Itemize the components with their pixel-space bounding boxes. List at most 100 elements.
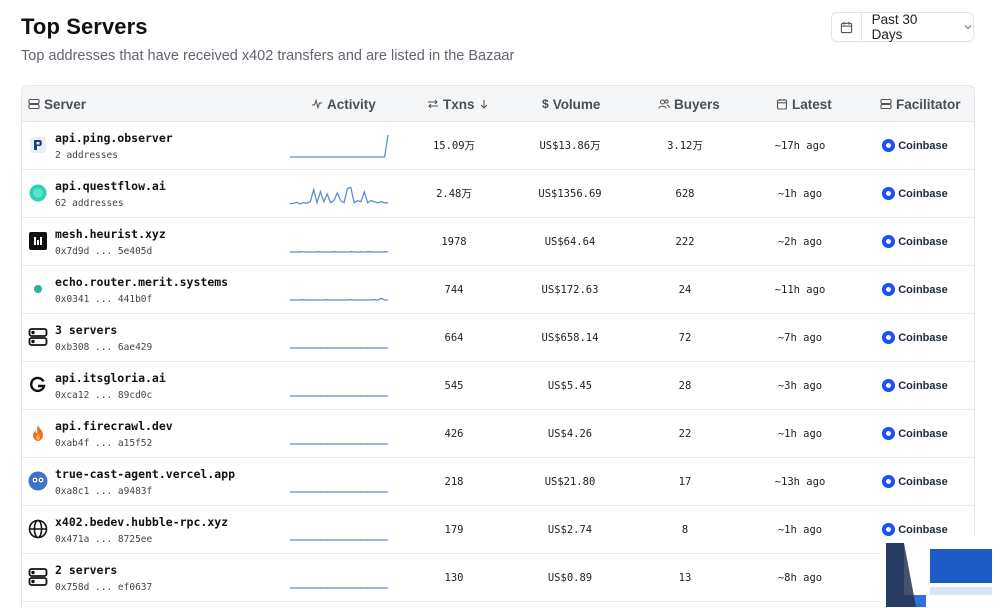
table-row[interactable]: api.itsgloria.ai 0xca12 ... 89cd0c 545 U… [22, 362, 974, 410]
calendar-column-icon [776, 99, 788, 110]
page-subtitle: Top addresses that have received x402 tr… [21, 48, 515, 64]
server-name[interactable]: api.ping.observer [55, 131, 173, 145]
server-name[interactable]: 3 servers [55, 323, 117, 337]
column-header-volume[interactable]: $ Volume [542, 86, 600, 122]
buyers-cell: 22 [678, 427, 692, 440]
date-range-dropdown[interactable]: Past 30 Days [831, 12, 974, 42]
server-name[interactable]: api.itsgloria.ai [55, 371, 166, 385]
server-column-icon [28, 98, 40, 110]
activity-cell [288, 410, 390, 457]
buyers-cell: 222 [675, 235, 695, 248]
latest-cell: ~13h ago [774, 475, 826, 488]
itsgloria-logo-icon [28, 375, 48, 395]
table-row[interactable]: api.questflow.ai 62 addresses 2.48万 US$1… [22, 170, 974, 218]
volume-cell: US$13.86万 [539, 140, 601, 152]
coinbase-logo-icon [882, 331, 896, 344]
server-name[interactable]: x402.bedev.hubble-rpc.xyz [55, 515, 228, 529]
server-address: 0xab4f ... a15f52 [55, 438, 153, 449]
table-row[interactable]: true-cast-agent.vercel.app 0xa8c1 ... a9… [22, 458, 974, 506]
server-name[interactable]: echo.router.merit.systems [55, 275, 228, 289]
table-row[interactable]: x402.bedev.hubble-rpc.xyz 0x471a ... 872… [22, 506, 974, 554]
watermark-logo [880, 537, 1000, 608]
server-name[interactable]: true-cast-agent.vercel.app [55, 467, 235, 481]
txns-cell: 744 [444, 283, 464, 296]
sort-descending-icon[interactable] [479, 99, 489, 109]
table-row[interactable]: mesh.heurist.xyz 0x7d9d ... 5e405d 1978 … [22, 218, 974, 266]
coinbase-logo-icon [882, 379, 896, 392]
volume-cell: US$0.89 [547, 571, 593, 584]
volume-cell: US$4.26 [547, 427, 593, 440]
server-cell[interactable]: echo.router.merit.systems 0x0341 ... 441… [22, 266, 277, 313]
server-cell[interactable]: true-cast-agent.vercel.app 0xa8c1 ... a9… [22, 458, 277, 505]
server-address: 0xca12 ... 89cd0c [55, 390, 153, 401]
txns-cell: 2.48万 [436, 188, 472, 200]
facilitator-name: Coinbase [898, 187, 948, 200]
server-name[interactable]: 2 servers [55, 563, 117, 577]
column-label-latest: Latest [792, 96, 832, 112]
server-cell[interactable]: api.ping.observer 2 addresses [22, 122, 277, 169]
activity-sparkline [289, 442, 389, 445]
latest-cell: ~8h ago [777, 571, 823, 584]
coinbase-logo-icon [882, 427, 896, 440]
server-cell[interactable]: api.firecrawl.dev 0xab4f ... a15f52 [22, 410, 277, 457]
activity-sparkline [289, 394, 389, 397]
facilitator-cell[interactable]: Coinbase [864, 362, 966, 409]
coinbase-logo-icon [882, 187, 896, 200]
latest-cell: ~7h ago [777, 331, 823, 344]
column-header-txns[interactable]: Txns [427, 86, 489, 122]
volume-cell: US$658.14 [541, 331, 599, 344]
buyers-cell: 17 [678, 475, 692, 488]
server-cell[interactable]: api.itsgloria.ai 0xca12 ... 89cd0c [22, 362, 277, 409]
column-header-buyers[interactable]: Buyers [658, 86, 720, 122]
volume-cell: US$64.64 [544, 235, 596, 248]
facilitator-name: Coinbase [898, 379, 948, 392]
activity-column-icon [312, 98, 322, 110]
column-header-latest[interactable]: Latest [776, 86, 832, 122]
txns-cell: 130 [444, 571, 464, 584]
server-cell[interactable]: 3 servers 0xb308 ... 6ae429 [22, 314, 277, 361]
facilitator-cell[interactable]: Coinbase [864, 266, 966, 313]
table-row[interactable]: echo.router.merit.systems 0x0341 ... 441… [22, 266, 974, 314]
server-cell[interactable]: mesh.heurist.xyz 0x7d9d ... 5e405d [22, 218, 277, 265]
column-header-activity[interactable]: Activity [311, 86, 376, 122]
txns-cell: 545 [444, 379, 464, 392]
server-cell[interactable]: 2 servers 0x758d ... ef0637 [22, 554, 277, 601]
facilitator-cell[interactable]: Coinbase [864, 458, 966, 505]
server-name[interactable]: mesh.heurist.xyz [55, 227, 166, 241]
column-header-server[interactable]: Server [28, 86, 86, 122]
facilitator-cell[interactable]: Coinbase [864, 314, 966, 361]
activity-cell [288, 266, 390, 313]
server-name[interactable]: api.questflow.ai [55, 179, 166, 193]
date-range-label: Past 30 Days [871, 12, 918, 42]
facilitator-cell[interactable]: Coinbase [864, 410, 966, 457]
table-row[interactable]: api.ping.observer 2 addresses 15.09万 US$… [22, 122, 974, 170]
sparkline-path [289, 297, 389, 301]
activity-cell [288, 506, 390, 553]
server-cell[interactable]: x402.bedev.hubble-rpc.xyz 0x471a ... 872… [22, 506, 277, 553]
txns-cell: 1978 [441, 235, 467, 248]
server-cell[interactable]: api.questflow.ai 62 addresses [22, 170, 277, 217]
latest-cell: ~3h ago [777, 379, 823, 392]
server-address: 62 addresses [55, 198, 124, 209]
activity-sparkline [289, 346, 389, 349]
table-row[interactable]: api.firecrawl.dev 0xab4f ... a15f52 426 … [22, 410, 974, 458]
facilitator-cell[interactable]: Coinbase [864, 170, 966, 217]
buyers-cell: 72 [678, 331, 692, 344]
table-header: Server Activity Txns $ Volume Buyers Lat… [22, 86, 974, 122]
column-label-volume: Volume [552, 96, 601, 112]
questflow-logo-icon [28, 183, 48, 203]
txns-cell: 218 [444, 475, 464, 488]
facilitator-cell[interactable]: Coinbase [864, 122, 966, 169]
latest-cell: ~1h ago [777, 427, 823, 440]
table-row[interactable]: 2 servers 0x758d ... ef0637 130 US$0.89 … [22, 554, 974, 602]
calendar-icon [832, 13, 862, 41]
facilitator-cell[interactable]: Coinbase [864, 218, 966, 265]
table-row[interactable]: 3 servers 0xb308 ... 6ae429 664 US$658.1… [22, 314, 974, 362]
server-name[interactable]: api.firecrawl.dev [55, 419, 173, 433]
activity-sparkline [289, 586, 389, 589]
latest-cell: ~2h ago [777, 235, 823, 248]
buyers-cell: 28 [678, 379, 692, 392]
firecrawl-flame-icon [28, 423, 48, 443]
column-header-facilitator[interactable]: Facilitator [880, 86, 961, 122]
column-label-facilitator: Facilitator [896, 96, 961, 112]
